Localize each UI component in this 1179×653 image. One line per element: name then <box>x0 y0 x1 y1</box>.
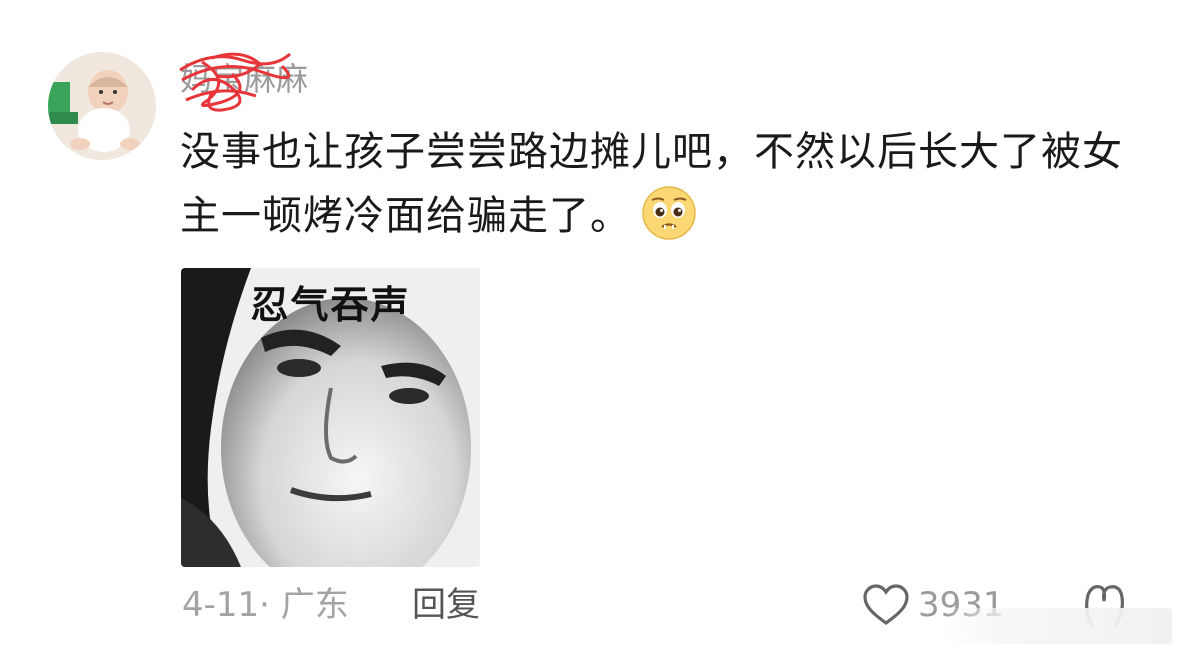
meme-image[interactable]: 忍气吞声 <box>181 268 480 567</box>
watermark-overlay <box>940 608 1172 644</box>
heart-icon <box>863 584 909 625</box>
user-avatar[interactable] <box>48 52 156 160</box>
meme-caption: 忍气吞声 <box>250 283 411 327</box>
reply-button[interactable]: 回复 <box>412 580 480 630</box>
comment-text: 没事也让孩子尝尝路边摊儿吧，不然以后长大了被女主一顿烤冷面给骗走了。 <box>180 120 1140 248</box>
comment-card: 妈宝麻麻 没事也让孩子尝尝路边摊儿吧，不然以后长大了被女主一顿烤冷面给骗走了。 <box>0 0 1179 653</box>
pleading-face-icon <box>641 185 697 241</box>
username[interactable]: 妈宝麻麻 <box>180 57 308 101</box>
date-location: 4-11· 广东 <box>182 585 349 625</box>
